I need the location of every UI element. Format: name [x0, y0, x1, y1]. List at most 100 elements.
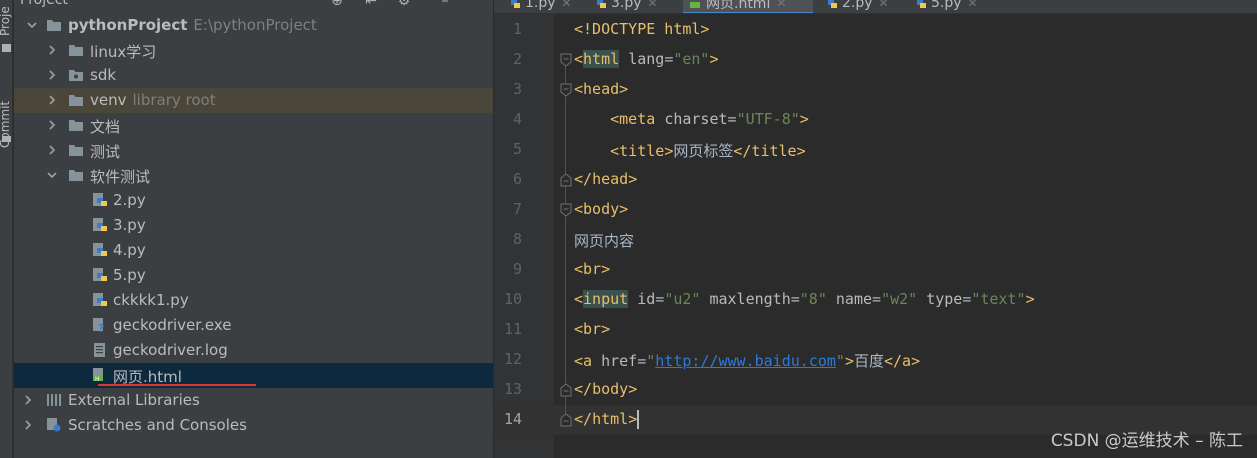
- tree-item-file[interactable]: 5.py: [14, 263, 493, 288]
- tree-item-file[interactable]: geckodriver.log: [14, 338, 493, 363]
- tree-item-file[interactable]: 2.py: [14, 188, 493, 213]
- tree-item-file-selected[interactable]: H 网页.html: [14, 363, 493, 388]
- tab-3-py[interactable]: 3.py ✕: [594, 0, 658, 13]
- hide-icon[interactable]: –: [438, 0, 452, 8]
- chevron-down-icon[interactable]: [46, 169, 58, 181]
- tab-1-py[interactable]: 1.py ✕: [508, 0, 572, 13]
- collapse-all-icon[interactable]: ⇤: [364, 0, 378, 8]
- tab-label: 1.py: [525, 0, 556, 11]
- chevron-right-icon[interactable]: [46, 94, 58, 106]
- python-file-icon: [92, 267, 108, 283]
- tree-item-label: 测试: [90, 143, 121, 161]
- tree-item-test[interactable]: 测试: [14, 138, 493, 163]
- tree-item-external-libraries[interactable]: External Libraries: [14, 388, 493, 413]
- tag-name: body: [592, 380, 629, 398]
- tree-item-file[interactable]: 4.py: [14, 238, 493, 263]
- line-number: 2: [512, 50, 522, 68]
- tag-name: a: [902, 352, 912, 370]
- code-line-3[interactable]: <head>: [574, 80, 628, 98]
- chevron-right-icon[interactable]: [46, 119, 58, 131]
- line-number: 1: [512, 20, 522, 38]
- line-number: 13: [503, 380, 522, 398]
- html-file-icon: H: [92, 367, 108, 383]
- package-folder-icon: [68, 67, 84, 83]
- fold-marker-icon[interactable]: [560, 53, 572, 67]
- close-icon[interactable]: ✕: [968, 0, 978, 10]
- close-icon[interactable]: ✕: [879, 0, 889, 10]
- folder-icon: [2, 44, 11, 52]
- tree-item-label: 3.py: [113, 216, 146, 234]
- fold-marker-icon[interactable]: [560, 203, 572, 217]
- chevron-right-icon[interactable]: [22, 394, 34, 406]
- tag-name: br: [583, 260, 602, 278]
- python-file-icon: [92, 192, 108, 208]
- code-line-7[interactable]: <body>: [574, 200, 628, 218]
- tree-item-label: 4.py: [113, 241, 146, 259]
- code-line-11[interactable]: <br>: [574, 320, 610, 338]
- attr-name: href: [601, 352, 638, 370]
- attr-name: charset: [664, 110, 728, 128]
- fold-marker-icon[interactable]: [560, 83, 572, 97]
- code-line-10[interactable]: <input id="u2" maxlength="8" name="w2" t…: [574, 290, 1035, 308]
- locate-icon[interactable]: ⊕: [330, 0, 344, 8]
- tab-2-py[interactable]: 2.py ✕: [825, 0, 889, 13]
- chevron-right-icon[interactable]: [46, 69, 58, 81]
- code-line-9[interactable]: <br>: [574, 260, 610, 278]
- chevron-down-icon[interactable]: [26, 19, 38, 31]
- code-line-2[interactable]: <html lang="en">: [574, 50, 719, 68]
- url-link[interactable]: http://www.baidu.com: [655, 352, 836, 370]
- line-number: 12: [503, 350, 522, 368]
- fold-guide: [565, 96, 566, 180]
- chevron-right-icon[interactable]: [22, 419, 34, 431]
- tree-item-file[interactable]: ckkkk1.py: [14, 288, 493, 313]
- fold-end-icon[interactable]: [560, 383, 572, 397]
- tree-item-software-test[interactable]: 软件测试: [14, 163, 493, 188]
- tree-item-label: 软件测试: [90, 168, 151, 186]
- tree-item-docs[interactable]: 文档: [14, 113, 493, 138]
- line-number-current: 14: [503, 410, 522, 428]
- close-icon[interactable]: ✕: [562, 0, 572, 10]
- code-line-13[interactable]: </body>: [574, 380, 637, 398]
- attr-value: "text": [971, 290, 1026, 308]
- tag-name: a: [583, 352, 593, 370]
- project-panel-header: Project ⊕ ⇤ ⚙ –: [14, 0, 493, 12]
- attr-value: "w2": [881, 290, 918, 308]
- tree-item-linux[interactable]: linux学习: [14, 38, 493, 63]
- tree-item-file[interactable]: 3.py: [14, 213, 493, 238]
- tab-webpage-html[interactable]: 网页.html ✕: [683, 0, 813, 13]
- tab-label: 3.py: [611, 0, 642, 11]
- tag-name: html: [592, 410, 629, 428]
- html-file-icon: [689, 0, 701, 9]
- project-tool-tab[interactable]: Proje: [0, 0, 12, 36]
- python-file-icon: [914, 0, 926, 9]
- tag-name: head: [583, 80, 620, 98]
- chevron-right-icon[interactable]: [46, 44, 58, 56]
- code-line-12[interactable]: <a href="http://www.baidu.com">百度</a>: [574, 350, 920, 371]
- tree-item-venv[interactable]: venv library root: [14, 88, 493, 113]
- fold-end-icon[interactable]: [560, 413, 572, 427]
- folder-icon: [68, 42, 84, 58]
- close-icon[interactable]: ✕: [648, 0, 658, 10]
- code-line-8[interactable]: 网页内容: [574, 230, 634, 251]
- code-line-6[interactable]: </head>: [574, 170, 637, 188]
- options-icon[interactable]: ⚙: [397, 0, 411, 8]
- python-file-icon: [594, 0, 606, 9]
- code-line-5[interactable]: <title>网页标签</title>: [574, 140, 805, 161]
- code-line-14[interactable]: </html>: [574, 410, 640, 429]
- tree-item-pythonproject[interactable]: pythonProject E:\pythonProject: [14, 13, 493, 38]
- code-line-4[interactable]: <meta charset="UTF-8">: [574, 110, 809, 128]
- tree-item-scratches[interactable]: Scratches and Consoles: [14, 413, 493, 438]
- tab-5-py[interactable]: 5.py ✕: [914, 0, 978, 13]
- tag-name: body: [583, 200, 620, 218]
- svg-text:H: H: [95, 376, 100, 383]
- code-line-1[interactable]: <!DOCTYPE html>: [574, 20, 709, 38]
- tree-item-sdk[interactable]: sdk: [14, 63, 493, 88]
- attr-value: "UTF-8": [736, 110, 800, 128]
- tree-item-file[interactable]: ? geckodriver.exe: [14, 313, 493, 338]
- tag-name: meta: [619, 110, 656, 128]
- project-panel-title[interactable]: Project: [20, 0, 68, 8]
- close-icon[interactable]: ✕: [776, 0, 786, 10]
- attr-value: "8": [799, 290, 827, 308]
- chevron-right-icon[interactable]: [46, 144, 58, 156]
- fold-end-icon[interactable]: [560, 173, 572, 187]
